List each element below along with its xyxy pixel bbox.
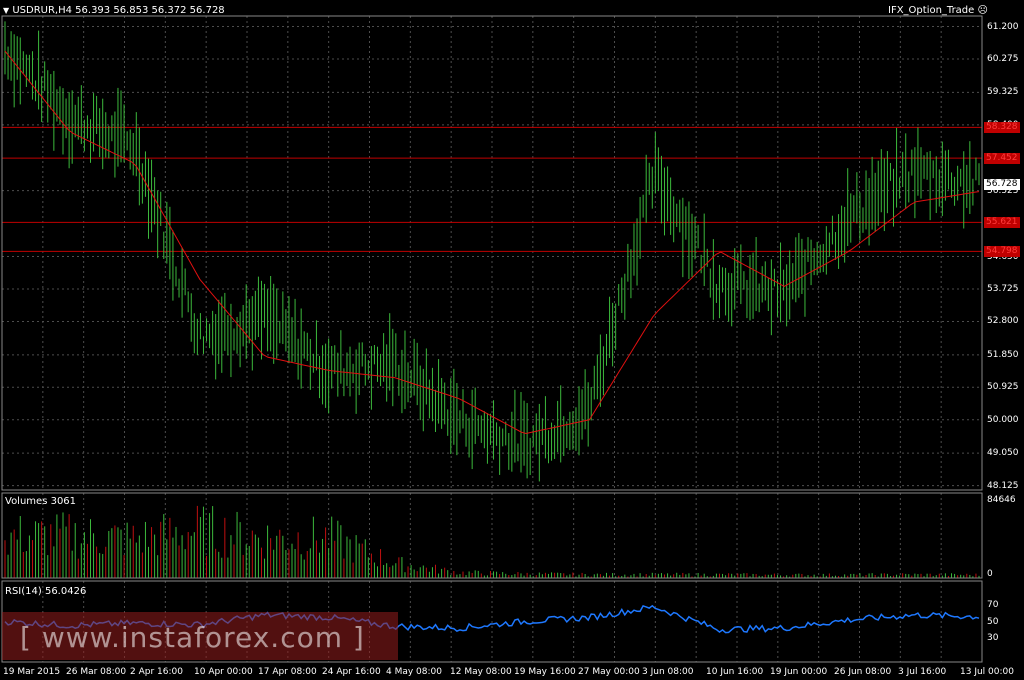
level-price-label: 58.328 bbox=[984, 122, 1020, 134]
price-tick-label: 48.125 bbox=[987, 480, 1019, 491]
price-tick-label: 60.275 bbox=[987, 54, 1019, 64]
volume-bars bbox=[4, 505, 980, 578]
price-tick-label: 52.800 bbox=[987, 316, 1019, 327]
level-price-label: 55.621 bbox=[984, 217, 1020, 229]
price-tick-label: 49.050 bbox=[987, 448, 1019, 459]
time-tick-label: 17 Apr 08:00 bbox=[258, 667, 317, 677]
time-tick-label: 26 Mar 08:00 bbox=[66, 667, 127, 677]
price-tick-label: 51.850 bbox=[987, 349, 1019, 360]
price-tick-label: 50.925 bbox=[987, 382, 1019, 393]
time-tick-label: 12 May 08:00 bbox=[450, 667, 512, 677]
time-tick-label: 3 Jul 16:00 bbox=[898, 667, 947, 677]
rsi-label: RSI(14) 56.0426 bbox=[5, 586, 87, 597]
volume-tick-label: 0 bbox=[987, 569, 993, 579]
price-tick-label: 59.325 bbox=[987, 87, 1019, 98]
time-tick-label: 26 Jun 08:00 bbox=[834, 667, 892, 677]
level-price-label: 57.452 bbox=[984, 153, 1020, 165]
time-tick-label: 2 Apr 16:00 bbox=[130, 667, 183, 677]
time-tick-label: 10 Apr 00:00 bbox=[194, 667, 253, 677]
time-tick-label: 4 May 08:00 bbox=[386, 667, 442, 677]
price-tick-label: 61.200 bbox=[987, 21, 1019, 32]
expert-name: IFX_Option_Trade bbox=[888, 5, 975, 16]
expert-label[interactable]: IFX_Option_Trade ☹ bbox=[888, 5, 988, 17]
volume-tick-label: 84646 bbox=[987, 495, 1016, 505]
symbol-header: ▼ USDRUR,H4 56.393 56.853 56.372 56.728 bbox=[3, 5, 225, 17]
price-tick-label: 50.000 bbox=[987, 414, 1019, 425]
price-tick-label: 53.725 bbox=[987, 283, 1019, 294]
collapse-arrow-icon[interactable]: ▼ bbox=[3, 6, 9, 15]
chart-canvas[interactable] bbox=[0, 0, 1024, 680]
time-tick-label: 19 Jun 00:00 bbox=[770, 667, 828, 677]
symbol-info: USDRUR,H4 56.393 56.853 56.372 56.728 bbox=[12, 5, 225, 16]
time-tick-label: 24 Apr 16:00 bbox=[322, 667, 381, 677]
rsi-tick-label: 30 bbox=[987, 632, 999, 643]
time-tick-label: 27 May 00:00 bbox=[578, 667, 640, 677]
time-tick-label: 10 Jun 16:00 bbox=[706, 667, 764, 677]
rsi-tick-label: 50 bbox=[987, 616, 999, 627]
level-price-label: 54.798 bbox=[984, 246, 1020, 258]
smiley-icon: ☹ bbox=[977, 5, 988, 16]
time-tick-label: 3 Jun 08:00 bbox=[642, 667, 694, 677]
watermark-text: [ www.instaforex.com ] bbox=[20, 621, 365, 654]
time-tick-label: 19 Mar 2015 bbox=[3, 667, 61, 677]
time-tick-label: 13 Jul 00:00 bbox=[960, 667, 1014, 677]
volumes-label: Volumes 3061 bbox=[5, 496, 77, 507]
current-price-label: 56.728 bbox=[984, 178, 1020, 190]
rsi-tick-label: 70 bbox=[987, 600, 999, 611]
time-tick-label: 19 May 16:00 bbox=[514, 667, 576, 677]
